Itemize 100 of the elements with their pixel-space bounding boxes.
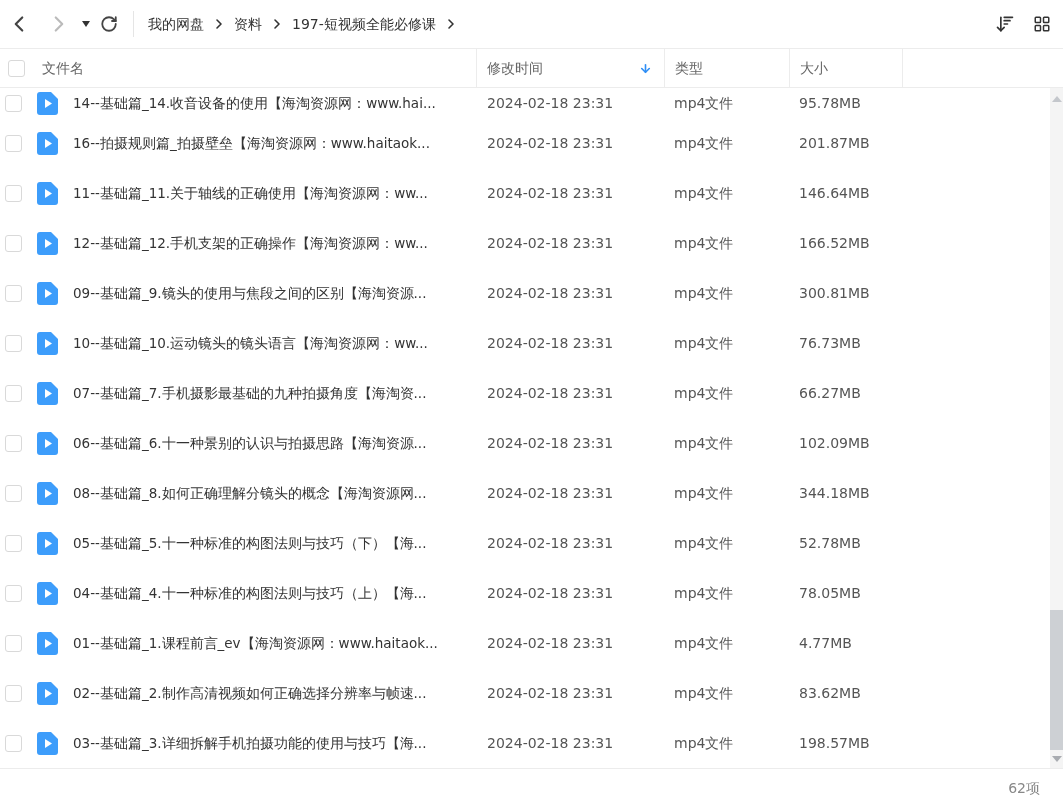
file-type: mp4文件 [674, 483, 735, 503]
file-row[interactable]: 01--基础篇_1.课程前言_ev【海淘资源网：www.haitaok... 2024-02-18 23:31 mp4文件 4.77MB [0, 618, 1050, 668]
scroll-down-arrow-icon[interactable] [1051, 756, 1062, 762]
checkbox[interactable] [5, 534, 22, 552]
scrollbar-thumb[interactable] [1050, 610, 1063, 750]
file-size: 166.52MB [799, 233, 871, 253]
scroll-up-arrow-icon[interactable] [1051, 96, 1062, 102]
file-name: 16--拍摄规则篇_拍摄壁垒【海淘资源网：www.haitaok... [73, 133, 431, 153]
modified-time: 2024-02-18 23:31 [487, 133, 615, 153]
checkbox[interactable] [5, 584, 22, 602]
file-type: mp4文件 [674, 533, 735, 553]
file-size: 52.78MB [799, 533, 862, 553]
checkbox[interactable] [5, 94, 22, 112]
file-size: 344.18MB [799, 483, 871, 503]
breadcrumb-link[interactable]: 我的网盘 [148, 13, 204, 35]
checkbox[interactable] [5, 484, 22, 502]
file-name: 11--基础篇_11.关于轴线的正确使用【海淘资源网：ww... [73, 183, 429, 203]
file-row[interactable]: 05--基础篇_5.十一种标准的构图法则与技巧（下）【海... 2024-02-18 23:31 mp4文件 52.78MB [0, 518, 1050, 568]
column-header[interactable]: 修改时间 [476, 49, 664, 87]
video-file-icon [37, 181, 58, 205]
video-file-icon [37, 681, 58, 705]
file-row[interactable]: 02--基础篇_2.制作高清视频如何正确选择分辨率与帧速... 2024-02-18 23:31 mp4文件 83.62MB [0, 668, 1050, 718]
caret-icon[interactable] [82, 21, 90, 27]
file-type: mp4文件 [674, 683, 735, 703]
modified-time: 2024-02-18 23:31 [487, 283, 615, 303]
checkbox[interactable] [5, 734, 22, 752]
file-row[interactable]: 14--基础篇_14.收音设备的使用【海淘资源网：www.hai... 2024-02-18 23:31 mp4文件 95.78MB [0, 88, 1050, 118]
file-name: 04--基础篇_4.十一种标准的构图法则与技巧（上）【海... [73, 583, 428, 603]
file-type: mp4文件 [674, 733, 735, 753]
file-type: mp4文件 [674, 233, 735, 253]
file-row[interactable]: 07--基础篇_7.手机摄影最基础的九种拍摄角度【海淘资... 2024-02-18 23:31 mp4文件 66.27MB [0, 368, 1050, 418]
file-row[interactable]: 10--基础篇_10.运动镜头的镜头语言【海淘资源网：ww... 2024-02-18 23:31 mp4文件 76.73MB [0, 318, 1050, 368]
video-file-icon [37, 91, 58, 115]
checkbox[interactable] [5, 284, 22, 302]
file-size: 76.73MB [799, 333, 862, 353]
scrollbar[interactable] [1050, 88, 1063, 768]
modified-time: 2024-02-18 23:31 [487, 683, 615, 703]
sort-icon[interactable] [995, 14, 1015, 34]
file-size: 300.81MB [799, 283, 871, 303]
checkbox[interactable] [5, 384, 22, 402]
file-row[interactable]: 12--基础篇_12.手机支架的正确操作【海淘资源网：ww... 2024-02-18 23:31 mp4文件 166.52MB [0, 218, 1050, 268]
modified-time: 2024-02-18 23:31 [487, 333, 615, 353]
modified-time: 2024-02-18 23:31 [487, 433, 615, 453]
file-row[interactable]: 09--基础篇_9.镜头的使用与焦段之间的区别【海淘资源... 2024-02-18 23:31 mp4文件 300.81MB [0, 268, 1050, 318]
file-size: 78.05MB [799, 583, 862, 603]
video-file-icon [37, 381, 58, 405]
checkbox[interactable] [5, 684, 22, 702]
file-name: 02--基础篇_2.制作高清视频如何正确选择分辨率与帧速... [73, 683, 428, 703]
video-file-icon [37, 281, 58, 305]
file-row[interactable]: 08--基础篇_8.如何正确理解分镜头的概念【海淘资源网... 2024-02-18 23:31 mp4文件 344.18MB [0, 468, 1050, 518]
file-size: 4.77MB [799, 633, 853, 653]
file-row[interactable]: 04--基础篇_4.十一种标准的构图法则与技巧（上）【海... 2024-02-18 23:31 mp4文件 78.05MB [0, 568, 1050, 618]
file-type: mp4文件 [674, 133, 735, 153]
file-name: 01--基础篇_1.课程前言_ev【海淘资源网：www.haitaok... [73, 633, 439, 653]
file-size: 201.87MB [799, 133, 871, 153]
checkbox[interactable] [5, 634, 22, 652]
file-row[interactable]: 03--基础篇_3.详细拆解手机拍摄功能的使用与技巧【海... 2024-02-18 23:31 mp4文件 198.57MB [0, 718, 1050, 768]
video-file-icon [37, 631, 58, 655]
modified-time: 2024-02-18 23:31 [487, 233, 615, 253]
file-name: 05--基础篇_5.十一种标准的构图法则与技巧（下）【海... [73, 533, 428, 553]
checkbox[interactable] [8, 59, 25, 77]
checkbox[interactable] [5, 234, 22, 252]
video-file-icon [37, 331, 58, 355]
modified-time: 2024-02-18 23:31 [487, 383, 615, 403]
file-name: 10--基础篇_10.运动镜头的镜头语言【海淘资源网：ww... [73, 333, 429, 353]
file-size: 146.64MB [799, 183, 871, 203]
checkbox[interactable] [5, 334, 22, 352]
file-name: 03--基础篇_3.详细拆解手机拍摄功能的使用与技巧【海... [73, 733, 428, 753]
file-type: mp4文件 [674, 433, 735, 453]
file-size: 102.09MB [799, 433, 871, 453]
file-row[interactable]: 16--拍摄规则篇_拍摄壁垒【海淘资源网：www.haitaok... 2024-02-18 23:31 mp4文件 201.87MB [0, 118, 1050, 168]
video-file-icon [37, 131, 58, 155]
file-size: 66.27MB [799, 383, 862, 403]
column-header[interactable]: 大小 [789, 49, 902, 87]
checkbox[interactable] [5, 184, 22, 202]
file-name: 08--基础篇_8.如何正确理解分镜头的概念【海淘资源网... [73, 483, 428, 503]
file-type: mp4文件 [674, 283, 735, 303]
modified-time: 2024-02-18 23:31 [487, 533, 615, 553]
file-row[interactable]: 11--基础篇_11.关于轴线的正确使用【海淘资源网：ww... 2024-02-18 23:31 mp4文件 146.64MB [0, 168, 1050, 218]
breadcrumb-link[interactable]: 197-短视频全能必修课 [292, 13, 436, 35]
checkbox[interactable] [5, 434, 22, 452]
item-count: 62项 [1008, 779, 1040, 798]
file-type: mp4文件 [674, 183, 735, 203]
modified-time: 2024-02-18 23:31 [487, 183, 615, 203]
modified-time: 2024-02-18 23:31 [487, 93, 615, 113]
video-file-icon [37, 481, 58, 505]
column-header[interactable]: 类型 [664, 49, 789, 87]
modified-time: 2024-02-18 23:31 [487, 483, 615, 503]
modified-time: 2024-02-18 23:31 [487, 583, 615, 603]
refresh-icon[interactable] [100, 15, 118, 33]
file-row[interactable]: 06--基础篇_6.十一种景别的认识与拍摄思路【海淘资源... 2024-02-18 23:31 mp4文件 102.09MB [0, 418, 1050, 468]
file-name: 09--基础篇_9.镜头的使用与焦段之间的区别【海淘资源... [73, 283, 428, 303]
video-file-icon [37, 231, 58, 255]
video-file-icon [37, 531, 58, 555]
column-header[interactable]: 文件名 [37, 49, 476, 87]
checkbox[interactable] [5, 134, 22, 152]
file-type: mp4文件 [674, 383, 735, 403]
file-size: 198.57MB [799, 733, 871, 753]
grid-view-icon[interactable] [1033, 15, 1051, 33]
breadcrumb-link[interactable]: 资料 [234, 13, 262, 35]
